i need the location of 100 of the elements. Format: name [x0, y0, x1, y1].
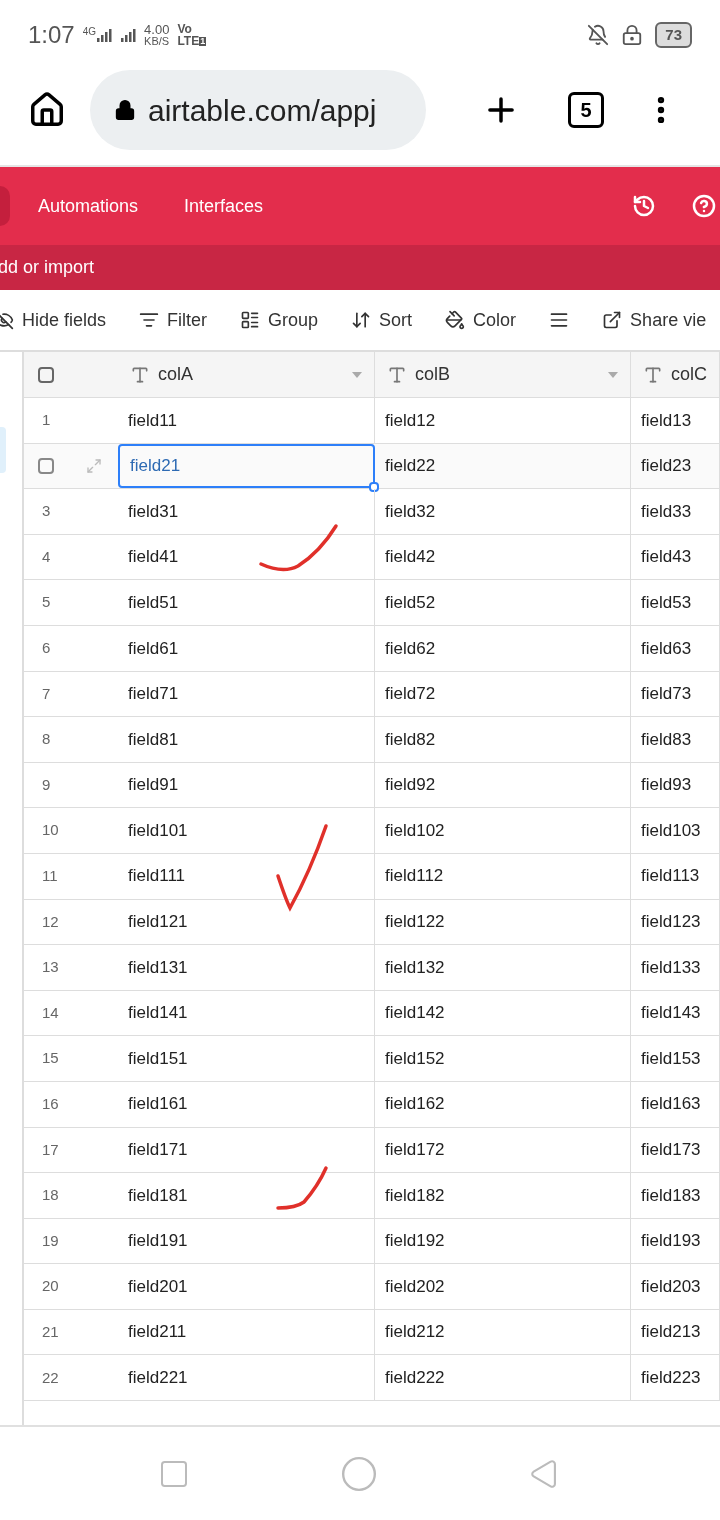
column-header[interactable]: colC — [631, 352, 720, 397]
table-cell[interactable]: field202 — [375, 1264, 631, 1309]
table-cell[interactable]: field33 — [631, 489, 720, 534]
table-cell[interactable]: field162 — [375, 1081, 631, 1127]
table-row[interactable]: 15 field151 field152 field153 — [24, 1036, 720, 1082]
table-cell[interactable]: field81 — [118, 717, 375, 762]
table-cell[interactable]: field102 — [375, 808, 631, 853]
table-cell[interactable]: field71 — [118, 671, 375, 717]
table-row[interactable]: 12 field121 field122 field123 — [24, 899, 720, 946]
nav-link[interactable]: Interfaces — [184, 192, 264, 220]
table-cell[interactable]: field13 — [631, 398, 720, 443]
table-cell[interactable]: field213 — [631, 1309, 720, 1355]
select-all-checkbox[interactable] — [38, 366, 54, 383]
table-cell[interactable]: field111 — [118, 853, 375, 899]
column-header[interactable]: colB — [375, 352, 631, 397]
table-row[interactable]: 11 field111 field112 field113 — [24, 853, 720, 900]
table-cell[interactable]: field161 — [118, 1081, 375, 1127]
table-cell[interactable]: field123 — [631, 899, 720, 945]
toolbar-button[interactable] — [549, 310, 570, 330]
home-icon[interactable] — [28, 91, 66, 129]
column-header[interactable]: colA — [118, 352, 375, 397]
table-cell[interactable]: field23 — [631, 443, 720, 489]
table-cell[interactable]: field141 — [118, 990, 375, 1036]
table-row[interactable]: 22 field221 field222 field223 — [24, 1355, 720, 1402]
table-row[interactable]: 3 field31 field32 field33 — [24, 489, 720, 535]
table-cell[interactable]: field113 — [631, 853, 720, 899]
toolbar-button[interactable]: Filter — [139, 306, 208, 334]
toolbar-button[interactable]: Sort — [351, 306, 413, 334]
table-cell[interactable]: field192 — [375, 1218, 631, 1264]
table-cell[interactable]: field133 — [631, 945, 720, 990]
table-row[interactable]: 19 field191 field192 field193 — [24, 1218, 720, 1265]
table-row[interactable]: 6 field61 field62 field63 — [24, 625, 720, 672]
table-row[interactable]: 14 field141 field142 field143 — [24, 990, 720, 1037]
table-row[interactable]: 18 field181 field182 field183 — [24, 1173, 720, 1219]
table-cell[interactable]: field82 — [375, 717, 631, 762]
table-cell[interactable]: field142 — [375, 990, 631, 1036]
table-cell[interactable]: field222 — [375, 1355, 631, 1401]
table-cell[interactable]: field132 — [375, 945, 631, 990]
table-cell[interactable]: field172 — [375, 1127, 631, 1173]
table-row[interactable]: field21 field22 field23 — [24, 443, 720, 490]
table-row[interactable]: 17 field171 field172 field173 — [24, 1127, 720, 1174]
table-cell[interactable]: field11 — [118, 398, 375, 443]
table-cell[interactable]: field191 — [118, 1218, 375, 1264]
table-cell[interactable]: field63 — [631, 625, 720, 671]
table-cell[interactable]: field61 — [118, 625, 375, 671]
table-cell[interactable]: field32 — [375, 489, 631, 534]
table-cell[interactable]: field53 — [631, 580, 720, 625]
table-row[interactable]: 13 field131 field132 field133 — [24, 945, 720, 991]
table-cell[interactable]: field92 — [375, 762, 631, 808]
table-cell[interactable]: field171 — [118, 1127, 375, 1173]
table-cell[interactable]: field83 — [631, 717, 720, 762]
table-cell[interactable]: field211 — [118, 1309, 375, 1355]
table-cell[interactable]: field22 — [375, 443, 631, 489]
table-cell[interactable]: field93 — [631, 762, 720, 808]
row-checkbox[interactable] — [38, 457, 54, 474]
table-cell[interactable]: field52 — [375, 580, 631, 625]
toolbar-button[interactable]: Hide fields — [0, 306, 107, 334]
table-cell[interactable]: field183 — [631, 1173, 720, 1218]
table-row[interactable]: 21 field211 field212 field213 — [24, 1309, 720, 1356]
table-row[interactable]: 7 field71 field72 field73 — [24, 671, 720, 718]
toolbar-button[interactable]: Color — [445, 306, 517, 334]
table-cell[interactable]: field72 — [375, 671, 631, 717]
table-cell[interactable]: field91 — [118, 762, 375, 808]
table-row[interactable]: 4 field41 field42 field43 — [24, 534, 720, 581]
table-cell[interactable]: field203 — [631, 1264, 720, 1309]
table-cell[interactable]: field143 — [631, 990, 720, 1036]
table-cell[interactable]: field163 — [631, 1081, 720, 1127]
toolbar-button[interactable]: Group — [240, 306, 319, 334]
table-cell[interactable]: field152 — [375, 1036, 631, 1081]
table-row[interactable]: 16 field161 field162 field163 — [24, 1081, 720, 1128]
table-cell[interactable]: field12 — [375, 398, 631, 443]
help-icon[interactable] — [692, 194, 716, 218]
table-cell[interactable]: field153 — [631, 1036, 720, 1081]
table-row[interactable]: 9 field91 field92 field93 — [24, 762, 720, 809]
table-cell[interactable]: field62 — [375, 625, 631, 671]
table-cell[interactable]: field31 — [118, 489, 375, 534]
table-cell[interactable]: field73 — [631, 671, 720, 717]
table-cell[interactable]: field131 — [118, 945, 375, 990]
nav-link[interactable]: Automations — [38, 192, 139, 220]
table-cell[interactable]: field101 — [118, 808, 375, 853]
table-cell[interactable]: field193 — [631, 1218, 720, 1264]
table-cell[interactable]: field121 — [118, 899, 375, 945]
table-cell[interactable]: field182 — [375, 1173, 631, 1218]
table-cell[interactable]: field212 — [375, 1309, 631, 1355]
table-cell[interactable]: field201 — [118, 1264, 375, 1309]
table-cell[interactable]: field181 — [118, 1173, 375, 1218]
table-row[interactable]: 20 field201 field202 field203 — [24, 1264, 720, 1310]
table-cell[interactable]: field151 — [118, 1036, 375, 1081]
table-cell[interactable]: field103 — [631, 808, 720, 853]
table-row[interactable]: 5 field51 field52 field53 — [24, 580, 720, 626]
table-cell[interactable]: field223 — [631, 1355, 720, 1401]
history-icon[interactable] — [632, 194, 656, 218]
table-cell[interactable]: field51 — [118, 580, 375, 625]
address-bar[interactable]: airtable.com/appj — [90, 70, 426, 150]
table-cell[interactable]: field42 — [375, 534, 631, 580]
table-row[interactable]: 1 field11 field12 field13 — [24, 398, 720, 444]
toolbar-button[interactable]: Share vie — [602, 306, 707, 334]
table-cell[interactable]: field41 — [118, 534, 375, 580]
table-cell[interactable]: field221 — [118, 1355, 375, 1401]
table-row[interactable]: 10 field101 field102 field103 — [24, 808, 720, 854]
